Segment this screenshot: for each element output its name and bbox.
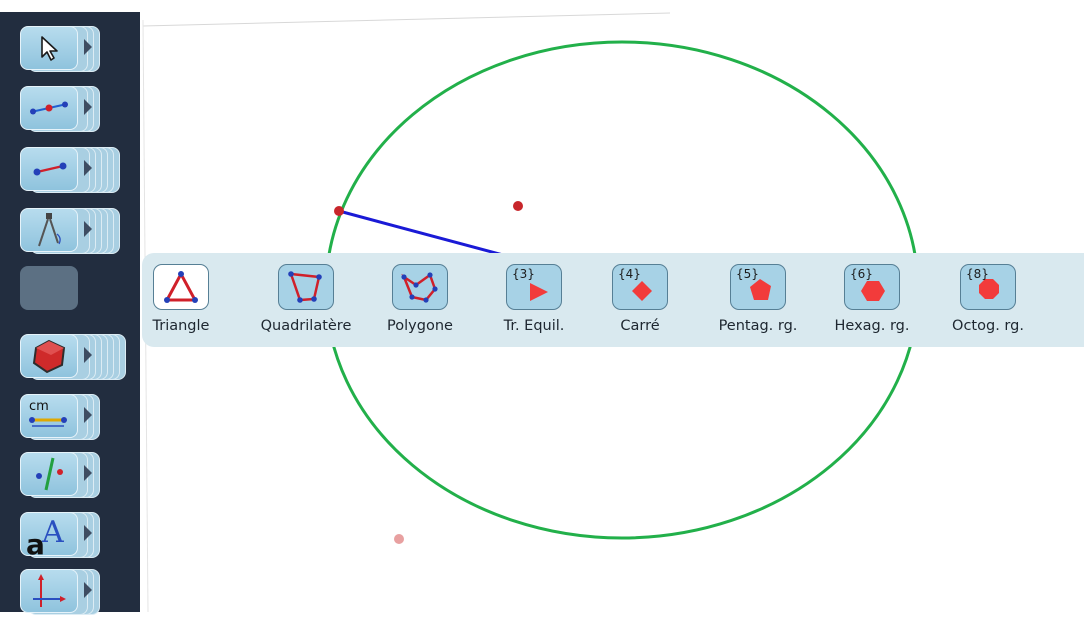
triangle-icon bbox=[153, 264, 209, 310]
tool-group-compass[interactable] bbox=[20, 208, 120, 256]
compass-icon bbox=[38, 213, 61, 247]
tool-group-text[interactable]: A a bbox=[20, 512, 112, 560]
segment-tool-button[interactable] bbox=[20, 147, 78, 191]
palette-item-equilateral-triangle[interactable]: {3} Tr. Equil. bbox=[484, 253, 584, 347]
transform-tool-button[interactable] bbox=[20, 452, 78, 496]
tool-group-axes[interactable] bbox=[20, 569, 112, 617]
center-point[interactable] bbox=[513, 201, 523, 211]
tool-group-empty[interactable] bbox=[20, 266, 112, 314]
symmetry-icon bbox=[36, 457, 63, 491]
tool-group-measure[interactable]: cm bbox=[20, 394, 112, 442]
canvas-edge-line bbox=[142, 12, 671, 27]
equilateral-triangle-icon: {3} bbox=[506, 264, 562, 310]
text-tool-button[interactable]: A a bbox=[20, 512, 78, 556]
palette-item-square[interactable]: {4} Carré bbox=[590, 253, 690, 347]
palette-label: Tr. Equil. bbox=[503, 318, 565, 334]
hexagon-icon: {6} bbox=[844, 264, 900, 310]
axes-icon bbox=[33, 574, 66, 607]
palette-label: Carré bbox=[620, 318, 660, 334]
palette-item-hexagon[interactable]: {6} Hexag. rg. bbox=[820, 253, 924, 347]
text-tool-icon: A a bbox=[26, 515, 64, 556]
palette-label: Polygone bbox=[387, 318, 453, 334]
measure-cm-icon: cm bbox=[29, 399, 67, 427]
palette-item-polygon[interactable]: Polygone bbox=[374, 253, 466, 347]
palette-label: Pentag. rg. bbox=[718, 318, 798, 334]
palette-label: Quadrilatère bbox=[260, 318, 352, 334]
svg-text:cm: cm bbox=[29, 399, 49, 414]
svg-text:a: a bbox=[26, 528, 45, 556]
polygon-shape-icon bbox=[392, 264, 448, 310]
quadrilateral-icon bbox=[278, 264, 334, 310]
palette-item-quadrilateral[interactable]: Quadrilatère bbox=[246, 253, 366, 347]
measure-tool-button[interactable]: cm bbox=[20, 394, 78, 438]
pointer-tool-button[interactable] bbox=[20, 26, 78, 70]
polygon-tool-palette: Triangle Quadrilatère Polygone {3} Tr. E… bbox=[142, 253, 1084, 347]
point-tool-button[interactable] bbox=[20, 86, 78, 130]
palette-item-octagon[interactable]: {8} Octog. rg. bbox=[936, 253, 1040, 347]
palette-item-triangle[interactable]: Triangle bbox=[150, 253, 212, 347]
tool-group-polygon[interactable] bbox=[20, 334, 126, 382]
empty-tool-button[interactable] bbox=[20, 266, 78, 310]
palette-item-pentagon[interactable]: {5} Pentag. rg. bbox=[702, 253, 814, 347]
square-icon: {4} bbox=[612, 264, 668, 310]
octagon-icon: {8} bbox=[960, 264, 1016, 310]
segment-endpoint[interactable] bbox=[334, 206, 344, 216]
palette-label: Octog. rg. bbox=[952, 318, 1024, 334]
tool-group-transform[interactable] bbox=[20, 452, 112, 500]
palette-label: Triangle bbox=[152, 318, 210, 334]
pentagon-icon: {5} bbox=[730, 264, 786, 310]
tool-group-pointer[interactable] bbox=[20, 26, 112, 74]
polygon-icon bbox=[32, 339, 66, 374]
sidebar-toolbar: cm A a bbox=[0, 12, 140, 615]
polygon-tool-button[interactable] bbox=[20, 334, 78, 378]
tool-group-segment[interactable] bbox=[20, 147, 120, 195]
arrow-pointer-icon bbox=[41, 36, 58, 61]
axes-tool-button[interactable] bbox=[20, 569, 78, 613]
compass-tool-button[interactable] bbox=[20, 208, 78, 252]
faded-red-point[interactable] bbox=[394, 534, 404, 544]
point-on-line-icon bbox=[30, 101, 68, 115]
palette-label: Hexag. rg. bbox=[834, 318, 910, 334]
tool-group-point[interactable] bbox=[20, 86, 112, 134]
segment-icon bbox=[33, 162, 67, 176]
